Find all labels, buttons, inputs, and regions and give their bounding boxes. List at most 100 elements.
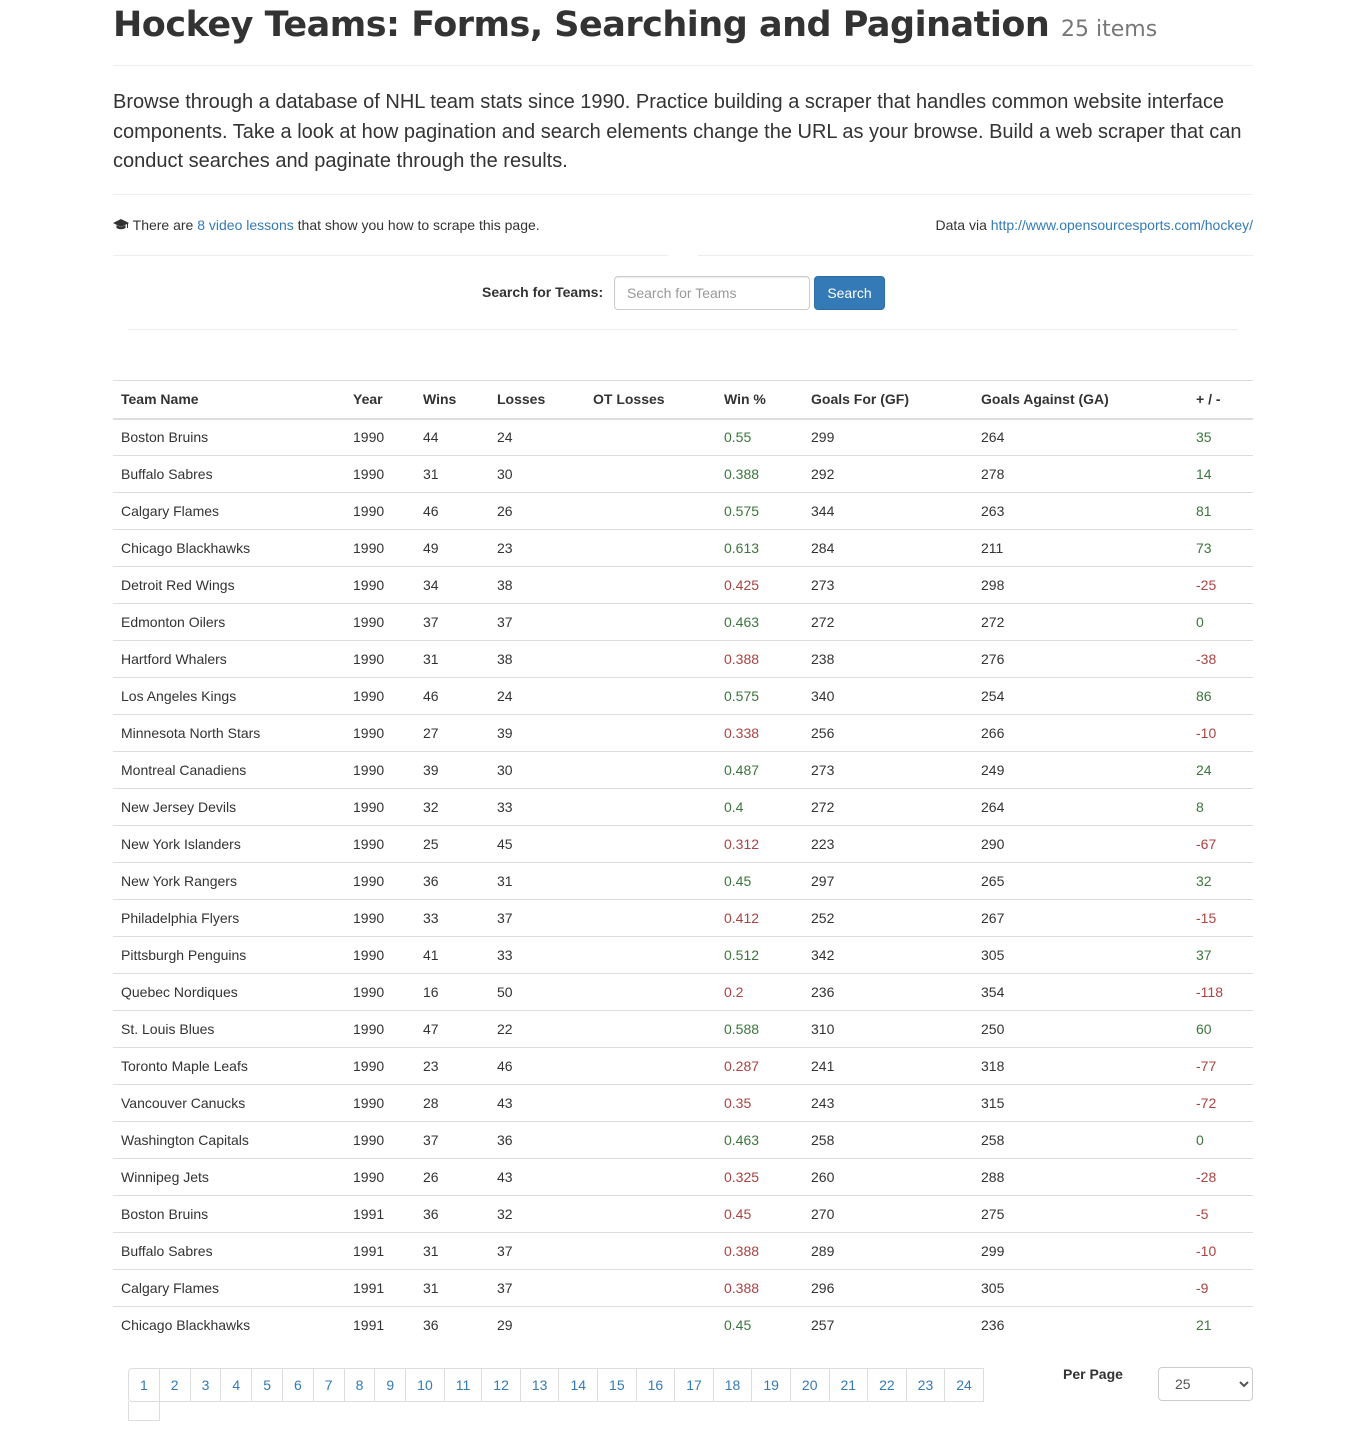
ot-losses-cell xyxy=(585,788,716,826)
wins-cell: 31 xyxy=(415,640,489,678)
page-link-13[interactable]: 13 xyxy=(519,1367,560,1402)
page-link-5[interactable]: 5 xyxy=(251,1367,283,1402)
page-link-19[interactable]: 19 xyxy=(751,1367,791,1402)
ot-losses-cell xyxy=(585,899,716,937)
page-link-8[interactable]: 8 xyxy=(343,1367,376,1402)
win-pct-cell: 0.45 xyxy=(716,1306,803,1344)
win-pct-cell: 0.613 xyxy=(716,529,803,567)
page-link-9[interactable]: 9 xyxy=(374,1367,407,1402)
plus-minus-cell: -28 xyxy=(1188,1158,1253,1196)
search-button[interactable]: Search xyxy=(814,276,885,310)
goals-for-cell: 299 xyxy=(803,418,973,456)
losses-cell: 43 xyxy=(489,1084,585,1122)
page-link-14[interactable]: 14 xyxy=(558,1367,599,1402)
goals-for-cell: 297 xyxy=(803,862,973,900)
team-name-cell: Chicago Blackhawks xyxy=(113,529,345,567)
team-name-cell: Detroit Red Wings xyxy=(113,566,345,604)
goals-against-cell: 315 xyxy=(973,1084,1188,1122)
table-body: Boston Bruins 1990 44 24 0.55 299 264 35 Buffalo… xyxy=(113,418,1253,1344)
losses-cell: 46 xyxy=(489,1047,585,1085)
lessons-prefix: There are xyxy=(132,217,194,233)
goals-for-cell: 243 xyxy=(803,1084,973,1122)
ot-losses-cell xyxy=(585,1010,716,1048)
year-cell: 1990 xyxy=(345,1047,415,1085)
goals-for-cell: 296 xyxy=(803,1269,973,1307)
search-form: Search for Teams: Search xyxy=(128,256,1238,330)
plus-minus-cell: -38 xyxy=(1188,640,1253,678)
page-link-10[interactable]: 10 xyxy=(405,1367,445,1402)
goals-against-cell: 305 xyxy=(973,936,1188,974)
team-name-cell: Boston Bruins xyxy=(113,1195,345,1233)
year-cell: 1990 xyxy=(345,936,415,974)
goals-against-cell: 265 xyxy=(973,862,1188,900)
ot-losses-cell xyxy=(585,936,716,974)
goals-against-cell: 318 xyxy=(973,1047,1188,1085)
page-link-20[interactable]: 20 xyxy=(789,1367,830,1402)
team-name-cell: Toronto Maple Leafs xyxy=(113,1047,345,1085)
page-link-18[interactable]: 18 xyxy=(712,1367,753,1402)
win-pct-cell: 0.487 xyxy=(716,751,803,789)
data-source-link[interactable]: http://www.opensourcesports.com/hockey/ xyxy=(991,217,1253,233)
losses-cell: 37 xyxy=(489,899,585,937)
col-plus-minus: + / - xyxy=(1188,380,1253,420)
year-cell: 1990 xyxy=(345,751,415,789)
page-link-23[interactable]: 23 xyxy=(905,1367,946,1402)
wins-cell: 37 xyxy=(415,1121,489,1159)
goals-against-cell: 272 xyxy=(973,603,1188,641)
page-link-6[interactable]: 6 xyxy=(281,1367,314,1402)
col-year: Year xyxy=(345,380,415,420)
team-name-cell: Montreal Canadiens xyxy=(113,751,345,789)
page-link-7[interactable]: 7 xyxy=(312,1367,345,1402)
team-name-cell: Calgary Flames xyxy=(113,1269,345,1307)
col-goals-for: Goals For (GF) xyxy=(803,380,973,420)
ot-losses-cell xyxy=(585,1195,716,1233)
losses-cell: 29 xyxy=(489,1306,585,1344)
col-losses: Losses xyxy=(489,380,585,420)
team-name-cell: Vancouver Canucks xyxy=(113,1084,345,1122)
wins-cell: 16 xyxy=(415,973,489,1011)
goals-for-cell: 241 xyxy=(803,1047,973,1085)
wins-cell: 49 xyxy=(415,529,489,567)
win-pct-cell: 0.463 xyxy=(716,1121,803,1159)
goals-against-cell: 299 xyxy=(973,1232,1188,1270)
page-link-11[interactable]: 11 xyxy=(443,1367,483,1402)
plus-minus-cell: 35 xyxy=(1188,418,1253,456)
search-input[interactable] xyxy=(614,276,810,310)
win-pct-cell: 0.412 xyxy=(716,899,803,937)
ot-losses-cell xyxy=(585,603,716,641)
wins-cell: 28 xyxy=(415,1084,489,1122)
page-link-21[interactable]: 21 xyxy=(828,1367,869,1402)
ot-losses-cell xyxy=(585,455,716,493)
page-link-4[interactable]: 4 xyxy=(220,1367,253,1402)
page-link-15[interactable]: 15 xyxy=(597,1367,637,1402)
year-cell: 1990 xyxy=(345,492,415,530)
year-cell: 1990 xyxy=(345,529,415,567)
page-container: Hockey Teams: Forms, Searching and Pagin… xyxy=(113,0,1253,1445)
losses-cell: 31 xyxy=(489,862,585,900)
page-link-3[interactable]: 3 xyxy=(189,1367,222,1402)
page-link-1[interactable]: 1 xyxy=(128,1367,160,1402)
year-cell: 1990 xyxy=(345,455,415,493)
goals-for-cell: 256 xyxy=(803,714,973,752)
per-page-select[interactable]: 25 xyxy=(1158,1366,1253,1401)
goals-against-cell: 254 xyxy=(973,677,1188,715)
page-link-22[interactable]: 22 xyxy=(867,1367,907,1402)
table-row: Calgary Flames 1990 46 26 0.575 344 263 81 xyxy=(113,492,1253,530)
video-lessons-link[interactable]: 8 video lessons xyxy=(197,217,294,233)
plus-minus-cell: 14 xyxy=(1188,455,1253,493)
page-link-2[interactable]: 2 xyxy=(158,1367,191,1402)
goals-against-cell: 288 xyxy=(973,1158,1188,1196)
ot-losses-cell xyxy=(585,492,716,530)
year-cell: 1991 xyxy=(345,1195,415,1233)
page-link-24[interactable]: 24 xyxy=(944,1367,984,1402)
page-link-12[interactable]: 12 xyxy=(481,1367,521,1402)
table-row: Philadelphia Flyers 1990 33 37 0.412 252 267 -1… xyxy=(113,899,1253,937)
table-header-row: Team Name Year Wins Losses OT Losses Win… xyxy=(113,380,1253,420)
goals-for-cell: 270 xyxy=(803,1195,973,1233)
page-link-17[interactable]: 17 xyxy=(674,1367,714,1402)
team-name-cell: Boston Bruins xyxy=(113,418,345,456)
goals-against-cell: 266 xyxy=(973,714,1188,752)
losses-cell: 24 xyxy=(489,418,585,456)
data-via-label: Data via xyxy=(935,217,987,233)
page-link-16[interactable]: 16 xyxy=(635,1367,676,1402)
